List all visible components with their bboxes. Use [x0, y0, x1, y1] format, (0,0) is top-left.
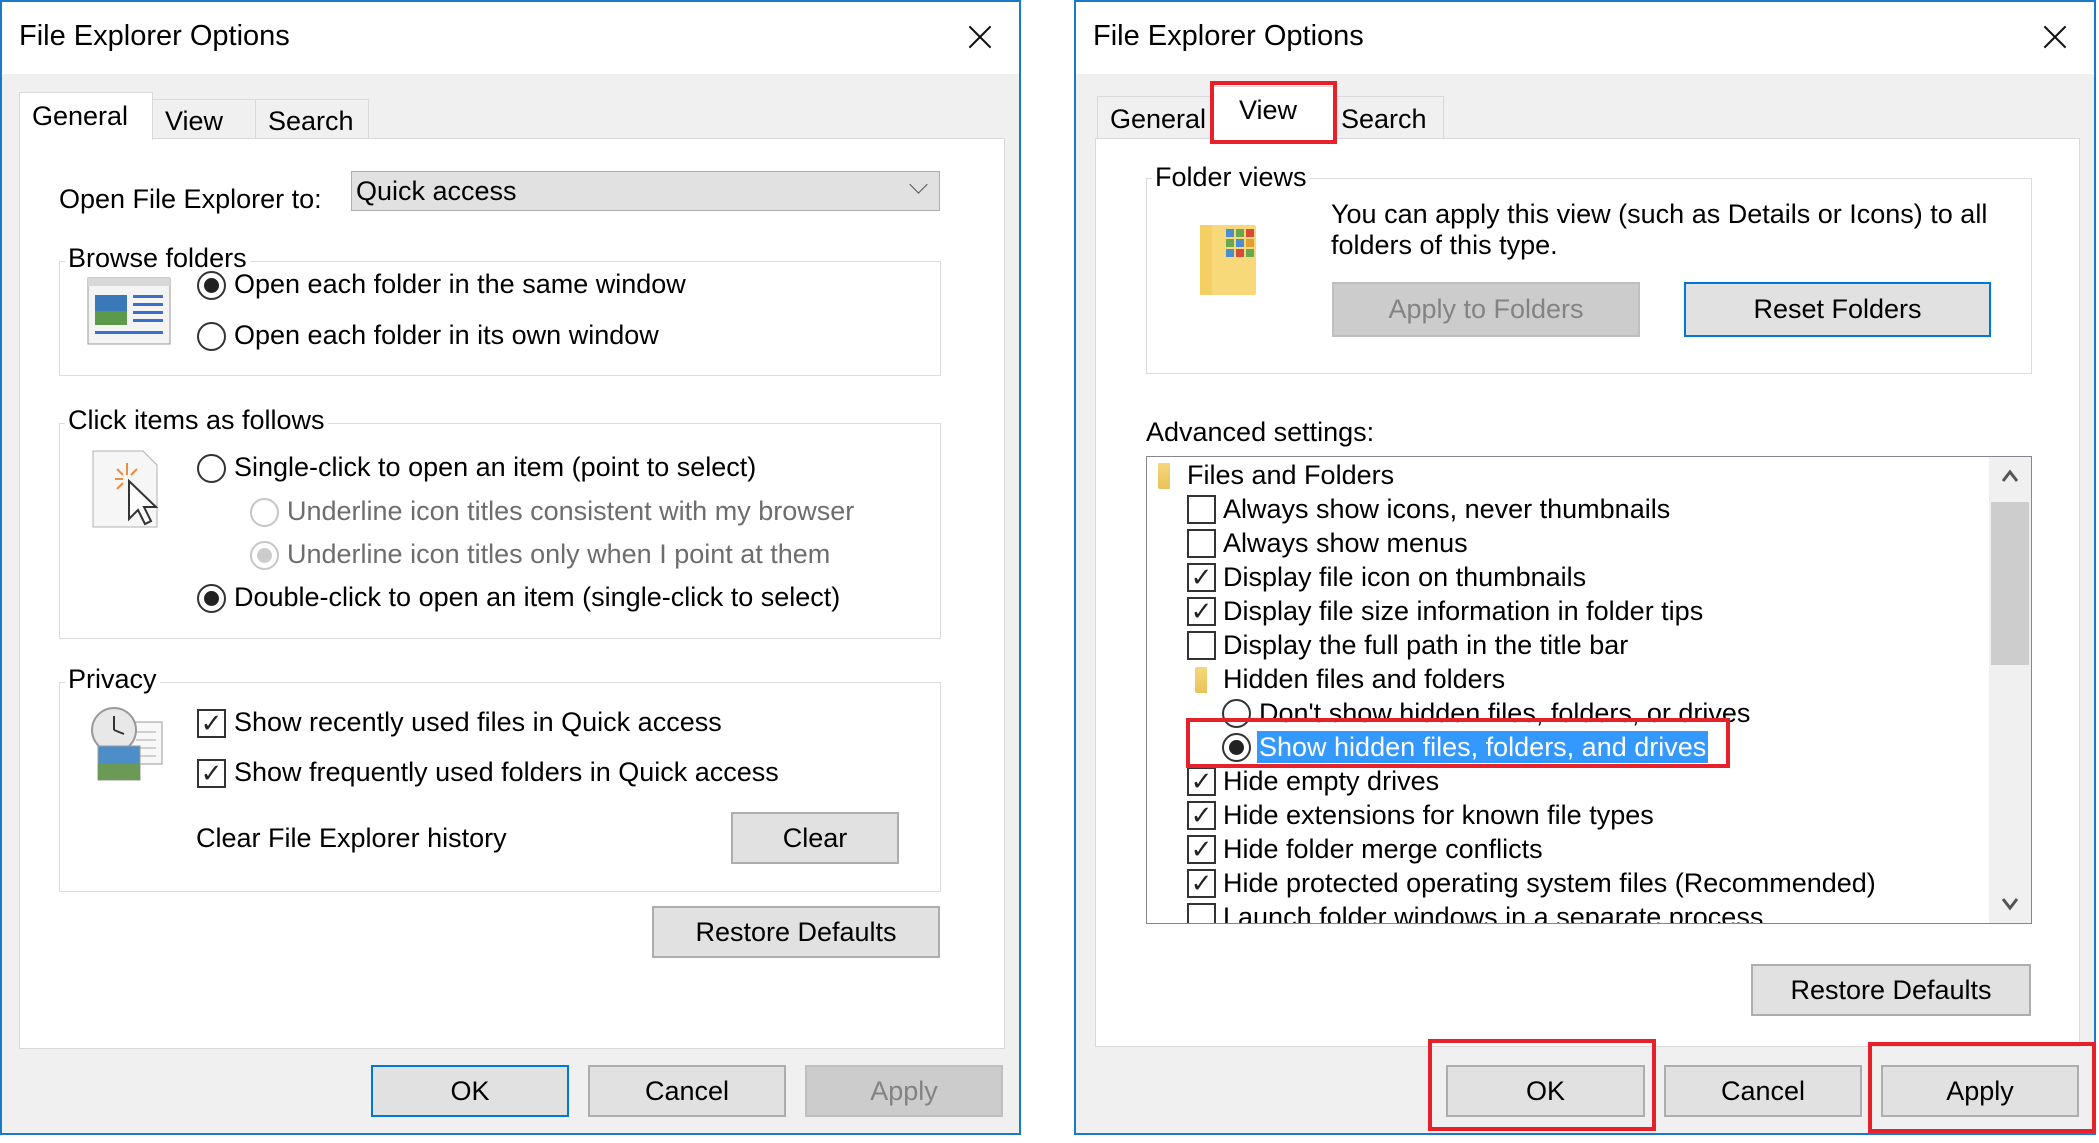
cursor-click-icon — [92, 450, 159, 528]
radio-underline-point[interactable] — [250, 541, 279, 570]
tab-view[interactable]: View — [1212, 86, 1337, 139]
tab-search[interactable]: Search — [1336, 96, 1444, 139]
item-label: Display file icon on thumbnails — [1223, 562, 1587, 592]
right-dialog: File Explorer Options General View Searc… — [1074, 0, 2096, 1135]
folder-views-description-2: folders of this type. — [1331, 230, 1558, 260]
checkbox[interactable]: ✓ — [1187, 801, 1216, 830]
checkbox-frequent-folders[interactable]: ✓ — [197, 759, 226, 788]
title-bar: File Explorer Options — [2, 2, 1019, 74]
radio-same-window[interactable] — [197, 271, 226, 300]
privacy-label: Privacy — [65, 664, 160, 695]
item-label: Display the full path in the title bar — [1223, 630, 1629, 660]
restore-defaults-button[interactable]: Restore Defaults — [1751, 964, 2031, 1016]
underline-point-label: Underline icon titles only when I point … — [287, 539, 831, 569]
recent-files-label: Show recently used files in Quick access — [234, 707, 722, 737]
advanced-settings-label: Advanced settings: — [1146, 417, 1375, 447]
checkbox[interactable] — [1187, 495, 1216, 524]
cancel-button[interactable]: Cancel — [588, 1065, 786, 1117]
open-to-label: Open File Explorer to: — [59, 184, 322, 214]
tab-label: Search — [1341, 104, 1427, 134]
click-items-label: Click items as follows — [65, 405, 328, 436]
own-window-label: Open each folder in its own window — [234, 320, 659, 350]
underline-browser-label: Underline icon titles consistent with my… — [287, 496, 855, 526]
same-window-label: Open each folder in the same window — [234, 269, 686, 299]
folder-thumbnails-icon — [1200, 225, 1256, 295]
vertical-scrollbar[interactable] — [1989, 457, 2031, 923]
tab-label: General — [1110, 104, 1207, 134]
tab-general[interactable]: General — [1097, 96, 1213, 139]
apply-to-folders-button[interactable]: Apply to Folders — [1332, 282, 1640, 337]
checkbox[interactable] — [1187, 903, 1216, 923]
single-click-label: Single-click to open an item (point to s… — [234, 452, 757, 482]
radio-single-click[interactable] — [197, 454, 226, 483]
view-tab-panel: Folder views You can apply this view (su… — [1095, 138, 2080, 1047]
item-label: Files and Folders — [1187, 460, 1395, 490]
clear-button[interactable]: Clear — [731, 812, 899, 864]
frequent-folders-label: Show frequently used folders in Quick ac… — [234, 757, 779, 787]
ok-button[interactable]: OK — [371, 1065, 569, 1117]
clock-documents-icon — [91, 707, 163, 781]
checkbox[interactable]: ✓ — [1187, 835, 1216, 864]
checkbox[interactable] — [1187, 631, 1216, 660]
browse-folders-label: Browse folders — [65, 243, 250, 274]
tab-label: Search — [268, 106, 354, 136]
apply-button[interactable]: Apply — [805, 1065, 1003, 1117]
advanced-settings-list[interactable]: Files and Folders Always show icons, nev… — [1146, 456, 2032, 924]
item-label: Always show menus — [1223, 528, 1468, 558]
double-click-label: Double-click to open an item (single-cli… — [234, 582, 841, 612]
checkbox[interactable] — [1187, 529, 1216, 558]
apply-button[interactable]: Apply — [1881, 1065, 2079, 1117]
window-layout-icon — [87, 277, 171, 345]
tab-view[interactable]: View — [152, 99, 256, 139]
reset-folders-button[interactable]: Reset Folders — [1684, 282, 1991, 337]
checkbox[interactable]: ✓ — [1187, 597, 1216, 626]
clear-history-label: Clear File Explorer history — [196, 823, 507, 853]
chevron-up-icon[interactable] — [2002, 469, 2018, 483]
close-icon[interactable] — [967, 24, 993, 50]
general-tab-panel: Open File Explorer to: Quick access Brow… — [19, 138, 1005, 1049]
item-label: Launch folder windows in a separate proc… — [1223, 902, 1764, 924]
item-label: Hide extensions for known file types — [1223, 800, 1654, 830]
item-label: Always show icons, never thumbnails — [1223, 494, 1671, 524]
tab-general[interactable]: General — [19, 92, 153, 140]
tab-label: View — [165, 106, 224, 136]
dropdown-value: Quick access — [356, 176, 517, 206]
folder-icon — [1158, 463, 1170, 489]
title-bar: File Explorer Options — [1076, 2, 2094, 74]
radio-underline-browser[interactable] — [250, 498, 279, 527]
item-label: Hide empty drives — [1223, 766, 1440, 796]
dialog-title: File Explorer Options — [1093, 20, 1364, 52]
radio[interactable] — [1222, 733, 1251, 762]
radio-own-window[interactable] — [197, 322, 226, 351]
folder-icon — [1195, 667, 1207, 693]
ok-button[interactable]: OK — [1446, 1065, 1645, 1117]
chevron-down-icon — [909, 175, 928, 194]
folder-views-description-1: You can apply this view (such as Details… — [1331, 199, 1988, 229]
item-label: Hide folder merge conflicts — [1223, 834, 1543, 864]
checkbox[interactable]: ✓ — [1187, 767, 1216, 796]
dialog-title: File Explorer Options — [19, 20, 290, 52]
item-label: Show hidden files, folders, and drives — [1257, 731, 1709, 763]
restore-defaults-button[interactable]: Restore Defaults — [652, 906, 940, 958]
item-label: Hide protected operating system files (R… — [1223, 868, 1876, 898]
tab-label: View — [1239, 95, 1298, 125]
chevron-down-icon[interactable] — [2002, 897, 2018, 911]
folder-views-label: Folder views — [1152, 162, 1310, 193]
tab-search[interactable]: Search — [255, 99, 369, 139]
tab-label: General — [32, 101, 129, 131]
checkbox[interactable]: ✓ — [1187, 563, 1216, 592]
left-dialog: File Explorer Options General View Searc… — [0, 0, 1021, 1135]
checkbox-recent-files[interactable]: ✓ — [197, 709, 226, 738]
radio[interactable] — [1222, 699, 1251, 728]
item-label: Don't show hidden files, folders, or dri… — [1259, 698, 1751, 728]
checkbox[interactable]: ✓ — [1187, 869, 1216, 898]
item-label: Display file size information in folder … — [1223, 596, 1704, 626]
cancel-button[interactable]: Cancel — [1664, 1065, 1862, 1117]
open-to-dropdown[interactable]: Quick access — [351, 171, 940, 211]
item-label: Hidden files and folders — [1223, 664, 1506, 694]
radio-double-click[interactable] — [197, 584, 226, 613]
scrollbar-thumb[interactable] — [1991, 502, 2029, 665]
close-icon[interactable] — [2042, 24, 2068, 50]
